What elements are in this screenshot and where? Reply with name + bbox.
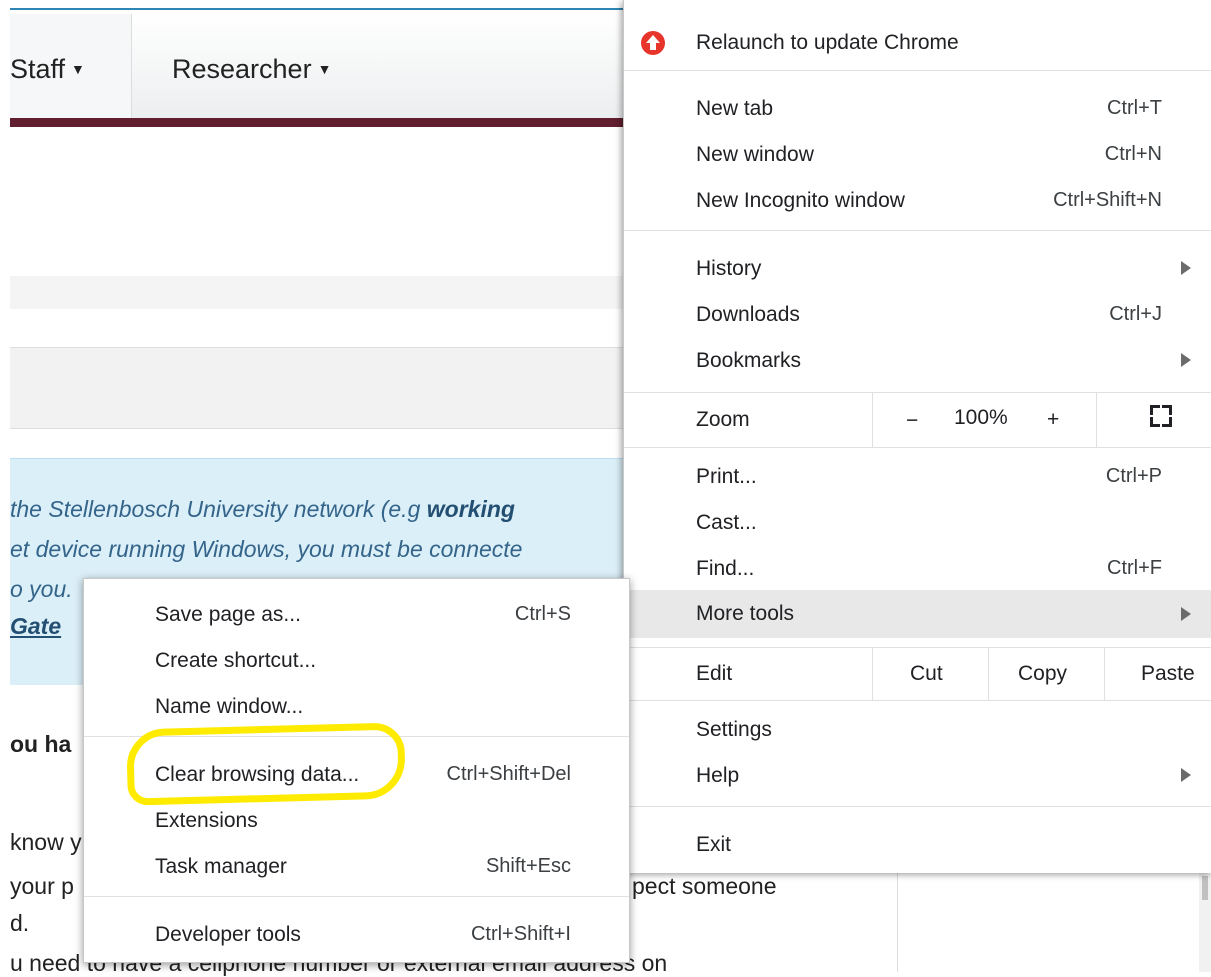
- nav-item-staff[interactable]: Staff ▼: [10, 54, 85, 85]
- site-nav: Staff ▼ Researcher ▼: [10, 14, 630, 118]
- submenu-arrow-icon: [1181, 353, 1191, 367]
- submenu-item-shortcut: Ctrl+Shift+Del: [446, 763, 572, 785]
- menu-item-new-window[interactable]: New window Ctrl+N: [624, 132, 1211, 178]
- menu-item-label: More tools: [696, 602, 795, 625]
- submenu-item-label: Task manager: [155, 855, 287, 878]
- submenu-item-task-manager[interactable]: Task manager Shift+Esc: [84, 843, 629, 889]
- menu-separator: [624, 447, 1211, 448]
- info-link[interactable]: Gate: [10, 613, 61, 640]
- zoom-in-button[interactable]: +: [1047, 408, 1059, 432]
- update-arrow-icon: [641, 31, 665, 55]
- menu-item-help[interactable]: Help: [624, 753, 1211, 799]
- menu-item-label: Zoom: [696, 408, 750, 431]
- body-line: pect someone: [632, 873, 777, 899]
- menu-item-label: Exit: [696, 833, 732, 856]
- menu-item-cast[interactable]: Cast...: [624, 500, 1211, 546]
- menu-item-shortcut: Ctrl+N: [1104, 143, 1162, 165]
- submenu-item-label: Save page as...: [155, 603, 301, 626]
- nav-item-researcher[interactable]: Researcher ▼: [172, 54, 331, 85]
- submenu-arrow-icon: [1181, 607, 1191, 621]
- content-band: [10, 276, 630, 309]
- menu-separator: [624, 70, 1211, 71]
- submenu-arrow-icon: [1181, 768, 1191, 782]
- menu-item-new-tab[interactable]: New tab Ctrl+T: [624, 86, 1211, 132]
- menu-item-label: New window: [696, 143, 814, 166]
- menu-item-history[interactable]: History: [624, 246, 1211, 292]
- caret-down-icon: ▼: [71, 61, 85, 77]
- submenu-item-label: Extensions: [155, 809, 258, 832]
- menu-item-label: New tab: [696, 97, 774, 120]
- menu-item-downloads[interactable]: Downloads Ctrl+J: [624, 292, 1211, 338]
- copy-button[interactable]: Copy: [1018, 662, 1067, 686]
- menu-item-settings[interactable]: Settings: [624, 707, 1211, 753]
- submenu-item-label: Name window...: [155, 695, 304, 718]
- menu-item-more-tools[interactable]: More tools: [624, 590, 1211, 638]
- menu-item-relaunch[interactable]: Relaunch to update Chrome: [624, 17, 1211, 69]
- section-heading: ou ha: [10, 731, 72, 757]
- zoom-out-button[interactable]: −: [906, 409, 918, 433]
- menu-item-label: Bookmarks: [696, 349, 802, 372]
- info-line: o you.: [10, 576, 73, 602]
- body-line: your p: [10, 873, 74, 899]
- menu-item-label: Help: [696, 764, 740, 787]
- content-panel: [10, 347, 630, 429]
- menu-item-shortcut: Ctrl+Shift+N: [1053, 189, 1162, 211]
- menu-item-shortcut: Ctrl+P: [1105, 465, 1162, 487]
- menu-item-find[interactable]: Find... Ctrl+F: [624, 546, 1211, 592]
- menu-item-label: Downloads: [696, 303, 800, 326]
- submenu-item-developer-tools[interactable]: Developer tools Ctrl+Shift+I: [84, 911, 629, 957]
- menu-item-label: Edit: [696, 662, 733, 685]
- chrome-main-menu: Relaunch to update Chrome New tab Ctrl+T…: [623, 0, 1211, 873]
- menu-separator: [624, 700, 1211, 701]
- menu-item-print[interactable]: Print... Ctrl+P: [624, 454, 1211, 500]
- submenu-item-shortcut: Ctrl+S: [514, 603, 571, 625]
- menu-item-label: Print...: [696, 465, 757, 488]
- left-edge: [0, 0, 10, 972]
- menu-separator: [624, 806, 1211, 807]
- submenu-item-shortcut: Ctrl+Shift+I: [470, 923, 571, 945]
- menu-separator: [624, 230, 1211, 231]
- caret-down-icon: ▼: [317, 61, 332, 77]
- menu-item-shortcut: Ctrl+T: [1107, 97, 1162, 119]
- body-line: d.: [10, 910, 30, 936]
- menu-item-shortcut: Ctrl+F: [1107, 557, 1162, 579]
- paste-button[interactable]: Paste: [1141, 662, 1195, 686]
- zoom-level: 100%: [954, 406, 1008, 429]
- menu-item-new-incognito[interactable]: New Incognito window Ctrl+Shift+N: [624, 178, 1211, 224]
- menu-item-label: Find...: [696, 557, 755, 580]
- submenu-item-name-window[interactable]: Name window...: [84, 683, 629, 729]
- body-line: know y: [10, 829, 82, 855]
- nav-underline-bar: [10, 118, 630, 127]
- menu-item-label: History: [696, 257, 762, 280]
- submenu-item-save-page[interactable]: Save page as... Ctrl+S: [84, 591, 629, 637]
- top-accent-line: [10, 8, 625, 10]
- submenu-arrow-icon: [1181, 261, 1191, 275]
- menu-item-exit[interactable]: Exit: [624, 822, 1211, 868]
- cut-button[interactable]: Cut: [910, 662, 943, 686]
- menu-item-label: Settings: [696, 718, 772, 741]
- highlight-annotation: [126, 722, 406, 806]
- submenu-item-label: Create shortcut...: [155, 649, 317, 672]
- scrollbar-thumb[interactable]: [1202, 876, 1208, 900]
- submenu-separator: [84, 896, 629, 897]
- menu-item-shortcut: Ctrl+J: [1109, 303, 1162, 325]
- menu-item-label: Relaunch to update Chrome: [696, 31, 959, 54]
- side-panel: [897, 873, 1211, 972]
- submenu-item-shortcut: Shift+Esc: [485, 855, 571, 877]
- submenu-item-create-shortcut[interactable]: Create shortcut...: [84, 637, 629, 683]
- info-line: the Stellenbosch University network (e.g…: [10, 496, 515, 522]
- fullscreen-icon[interactable]: [1150, 405, 1172, 427]
- info-line: et device running Windows, you must be c…: [10, 536, 523, 562]
- menu-item-label: Cast...: [696, 511, 757, 534]
- menu-item-bookmarks[interactable]: Bookmarks: [624, 338, 1211, 384]
- submenu-item-label: Developer tools: [155, 923, 301, 946]
- nav-item-label: Researcher: [172, 54, 312, 84]
- menu-item-label: New Incognito window: [696, 189, 905, 212]
- nav-item-label: Staff: [10, 54, 66, 84]
